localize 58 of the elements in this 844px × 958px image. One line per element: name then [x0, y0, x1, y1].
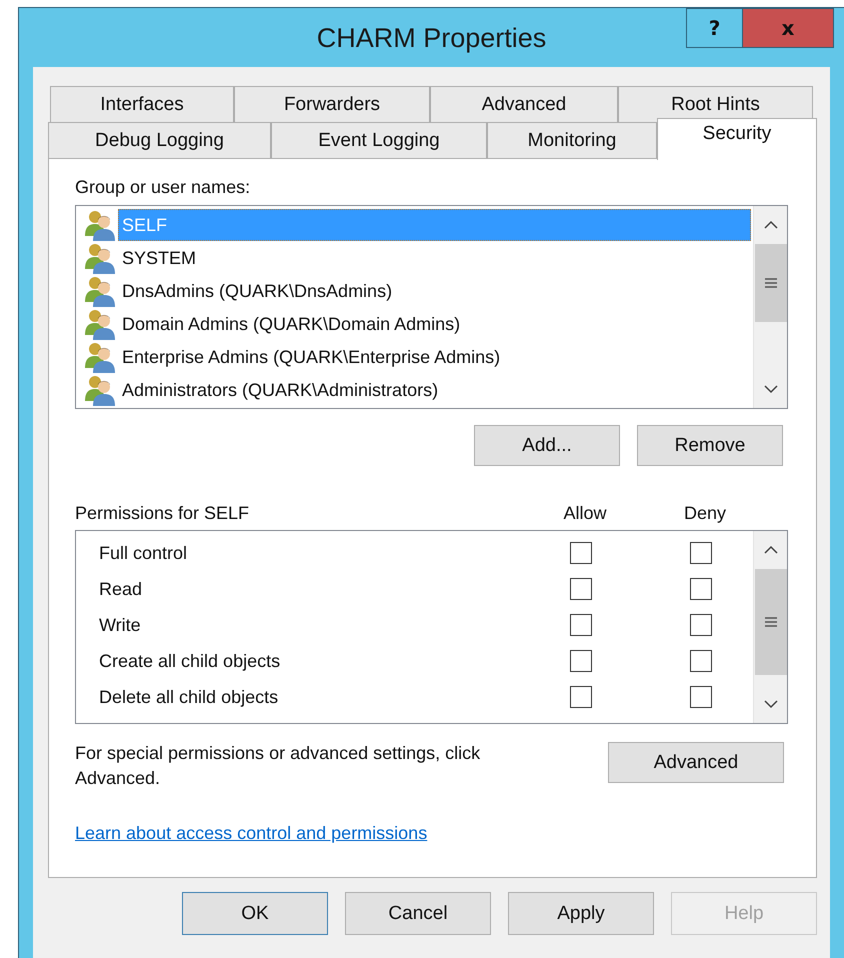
permission-name: Create all child objects: [99, 650, 282, 672]
help-link[interactable]: Learn about access control and permissions: [75, 823, 428, 844]
list-item[interactable]: Domain Admins (QUARK\Domain Admins): [118, 308, 751, 340]
permission-name: Read: [99, 578, 144, 600]
checkbox[interactable]: [690, 650, 712, 672]
checkbox[interactable]: [690, 686, 712, 708]
button[interactable]: Apply: [508, 892, 654, 935]
chevron-down-icon: [762, 699, 778, 709]
checkbox[interactable]: [690, 542, 712, 564]
checkbox[interactable]: [570, 578, 592, 600]
tab[interactable]: Event Logging: [271, 122, 487, 158]
tab[interactable]: Root Hints: [618, 86, 813, 122]
checkbox[interactable]: [690, 614, 712, 636]
checkbox[interactable]: [690, 578, 712, 600]
permissions-label: Permissions for SELF: [75, 503, 250, 524]
permission-name: Full control: [99, 542, 188, 564]
users-icon: [84, 308, 116, 340]
group-label: Group or user names:: [75, 177, 250, 198]
checkbox[interactable]: [570, 686, 592, 708]
close-button[interactable]: x: [743, 8, 834, 48]
scroll-thumb[interactable]: [754, 244, 786, 322]
tab[interactable]: Debug Logging: [48, 122, 271, 158]
users-icon: [84, 208, 116, 240]
column-header: Allow: [562, 503, 608, 524]
button[interactable]: Cancel: [345, 892, 491, 935]
tab[interactable]: Interfaces: [50, 86, 234, 122]
chevron-down-icon: [762, 384, 778, 394]
button[interactable]: Remove: [637, 425, 783, 466]
tab[interactable]: Security: [657, 118, 817, 160]
list-item[interactable]: DnsAdmins (QUARK\DnsAdmins): [118, 274, 751, 306]
chevron-up-icon: [762, 220, 778, 230]
users-icon: [84, 242, 116, 274]
advanced-button[interactable]: Advanced: [608, 742, 784, 783]
tab[interactable]: Forwarders: [234, 86, 430, 122]
tab[interactable]: Monitoring: [487, 122, 657, 158]
list-item[interactable]: Enterprise Admins (QUARK\Enterprise Admins): [118, 340, 751, 372]
scroll-thumb[interactable]: [754, 569, 786, 675]
window-title: CHARM Properties: [316, 22, 546, 54]
list-item[interactable]: SYSTEM: [118, 242, 751, 274]
checkbox[interactable]: [570, 542, 592, 564]
chevron-up-icon: [762, 545, 778, 555]
permission-name: Write: [99, 614, 142, 636]
checkbox[interactable]: [570, 614, 592, 636]
checkbox[interactable]: [570, 650, 592, 672]
help-button[interactable]: ?: [686, 8, 743, 48]
tab[interactable]: Advanced: [430, 86, 618, 122]
user-list[interactable]: SELF SYSTEM DnsAdmins (QUARK\DnsAdmins) Domain Admins (QUARK\Domain Admins) Enterprise Admins (QUARK\Enterprise Admins) Administrators (QUARK\Administrators): [75, 205, 788, 409]
column-header: Deny: [682, 503, 728, 524]
scrollbar[interactable]: [753, 206, 787, 408]
button[interactable]: Add...: [474, 425, 620, 466]
users-icon: [84, 340, 116, 372]
scrollbar[interactable]: [753, 531, 787, 723]
permission-name: Delete all child objects: [99, 686, 280, 708]
users-icon: [84, 374, 116, 406]
list-item[interactable]: Administrators (QUARK\Administrators): [118, 374, 751, 406]
advanced-note: For special permissions or advanced settings, click Advanced.: [75, 742, 482, 790]
button[interactable]: OK: [182, 892, 328, 935]
users-icon: [84, 274, 116, 306]
